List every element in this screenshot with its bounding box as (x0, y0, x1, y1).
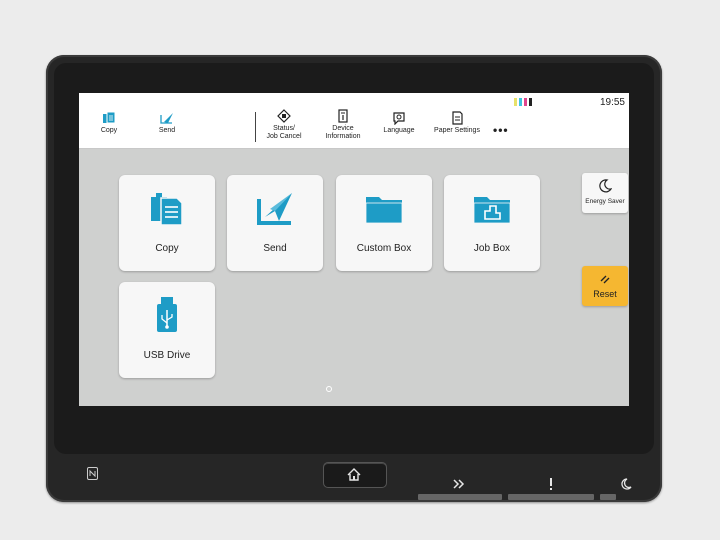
more-menu-button[interactable]: ••• (493, 123, 509, 137)
custom-box-tile[interactable]: Custom Box (336, 175, 432, 271)
energy-saver-hw-icon[interactable] (620, 478, 632, 493)
toner-magenta (524, 98, 527, 106)
usb-drive-tile[interactable]: USB Drive (119, 282, 215, 378)
reset-label: Reset (593, 289, 617, 299)
page-indicator (326, 386, 332, 392)
toolbar-divider (255, 112, 256, 142)
send-icon (257, 193, 292, 225)
paper-settings-label: Paper Settings (434, 127, 480, 134)
folder-icon (365, 197, 403, 224)
attention-led-strip (508, 494, 594, 500)
reset-button[interactable]: Reset (582, 266, 628, 306)
copy-icon (151, 193, 183, 226)
toolbar-send-label: Send (158, 127, 176, 134)
custom-box-tile-label: Custom Box (356, 243, 412, 254)
toner-yellow (514, 98, 517, 106)
processing-led-strip (418, 494, 502, 500)
copy-icon (103, 111, 116, 124)
clock: 19:55 (599, 97, 625, 108)
usb-drive-tile-label: USB Drive (143, 350, 191, 361)
language-icon (393, 112, 405, 125)
toolbar-copy-shortcut[interactable]: Copy (97, 111, 121, 135)
top-toolbar: Copy Send Status/ Job Cancel Device Info… (79, 93, 629, 149)
attention-icon (548, 478, 554, 493)
toner-cyan (519, 98, 522, 106)
usb-drive-icon (157, 297, 177, 332)
reset-icon (600, 275, 610, 284)
moon-icon (599, 179, 612, 193)
device-info-icon (338, 109, 348, 123)
toner-level-indicator (514, 98, 532, 106)
paper-settings-icon (452, 111, 463, 125)
device-information-button[interactable]: Device Information (323, 109, 363, 141)
home-button[interactable] (323, 462, 387, 488)
processing-icon (453, 478, 465, 492)
job-box-icon (473, 197, 511, 224)
job-box-tile-label: Job Box (473, 243, 511, 254)
paper-settings-button[interactable]: Paper Settings (432, 111, 482, 135)
copy-tile[interactable]: Copy (119, 175, 215, 271)
copy-tile-label: Copy (155, 243, 179, 254)
nfc-icon (87, 467, 98, 483)
language-button[interactable]: Language (381, 111, 417, 135)
job-box-tile[interactable]: Job Box (444, 175, 540, 271)
send-tile-label: Send (263, 243, 287, 254)
toolbar-copy-label: Copy (100, 127, 118, 134)
device-information-label: Device Information (325, 125, 361, 140)
send-icon (160, 113, 173, 124)
energy-led-strip (600, 494, 616, 500)
status-job-cancel-label: Status/ Job Cancel (266, 125, 302, 140)
status-icon (277, 109, 291, 123)
energy-saver-button[interactable]: Energy Saver (582, 173, 628, 213)
language-label: Language (383, 127, 415, 134)
touch-screen: Copy Send Status/ Job Cancel Device Info… (79, 93, 629, 406)
toolbar-send-shortcut[interactable]: Send (155, 111, 179, 135)
energy-saver-label: Energy Saver (585, 198, 625, 205)
send-tile[interactable]: Send (227, 175, 323, 271)
status-job-cancel-button[interactable]: Status/ Job Cancel (265, 109, 303, 141)
home-icon (347, 468, 361, 481)
toner-black (529, 98, 532, 106)
